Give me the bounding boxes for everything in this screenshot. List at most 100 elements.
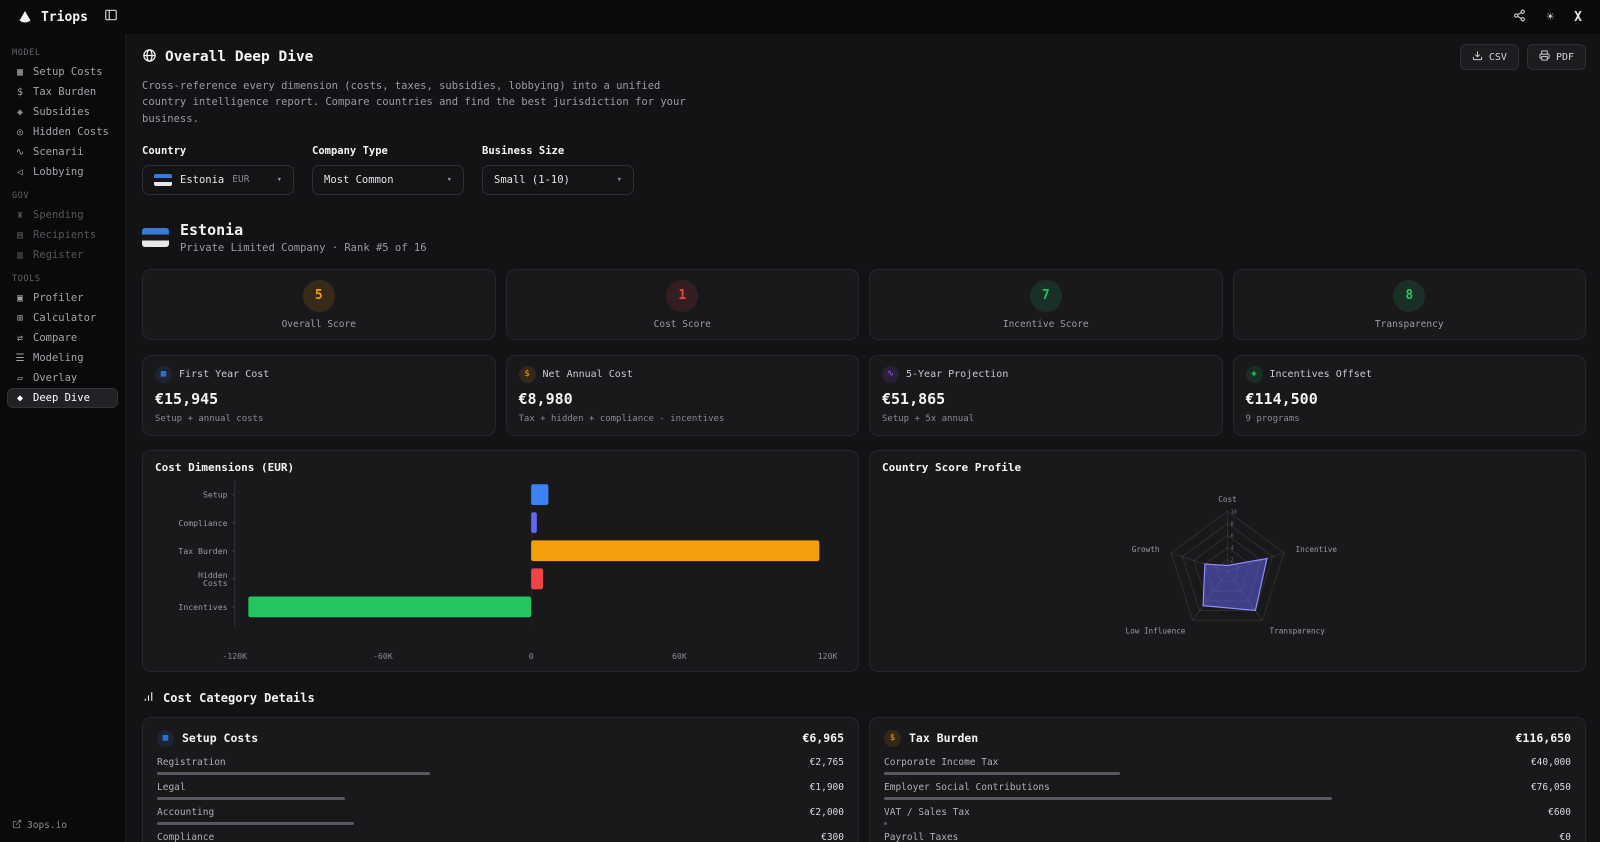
compare-icon: ⇄ — [14, 333, 26, 344]
cost-dimensions-chart-title: Cost Dimensions (EUR) — [155, 461, 846, 474]
sidebar-toggle-button[interactable] — [102, 6, 120, 28]
share-button[interactable] — [1511, 7, 1528, 28]
incentive-score-card: 7Incentive Score — [869, 269, 1223, 340]
x-link-button[interactable]: X — [1572, 8, 1584, 27]
stat-value: €8,980 — [519, 390, 847, 408]
filter-label: Business Size — [482, 145, 634, 157]
sidebar-item-label: Scenarii — [33, 146, 84, 158]
topbar-left: Triops — [16, 6, 120, 28]
stat-value: €51,865 — [882, 390, 1210, 408]
sidebar-item-overlay[interactable]: ▱Overlay — [8, 369, 117, 387]
detail-row-top: Accounting €2,000 — [157, 807, 844, 818]
sidebar-item-label: Deep Dive — [33, 392, 90, 404]
stat-sublabel: Setup + annual costs — [155, 414, 483, 424]
detail-row-bar-fill — [884, 822, 887, 825]
building-icon: ▦ — [155, 366, 172, 383]
page-description: Cross-reference every dimension (costs, … — [142, 78, 687, 127]
export-pdf-button[interactable]: PDF — [1527, 44, 1586, 70]
charts-row: Cost Dimensions (EUR) SetupComplianceTax… — [142, 450, 1586, 672]
app: Triops ☀ X MODEL▦Setup Costs$ — [0, 0, 1600, 842]
score-label: Transparency — [1375, 319, 1444, 330]
brand[interactable]: Triops — [16, 8, 88, 26]
select-extra: EUR — [232, 174, 249, 185]
sidebar-item-spending: ♜Spending — [8, 206, 117, 224]
detail-row-compliance: Compliance€300 — [157, 832, 844, 842]
radar-ring-tick: 10 — [1231, 509, 1237, 515]
bar-chart-icon — [142, 690, 155, 706]
detail-row-corporate-income-tax: Corporate Income Tax€40,000 — [884, 757, 1571, 775]
sidebar-item-label: Lobbying — [33, 166, 84, 178]
score-value: 1 — [666, 280, 698, 312]
filters: CountryEstoniaEUR▾Company TypeMost Commo… — [142, 145, 1586, 195]
grid-icon: ▦ — [14, 67, 26, 78]
book-icon: ▤ — [14, 230, 26, 241]
filter-business-size: Business Size Small (1-10)▾ — [482, 145, 634, 195]
footer-link-label: 3ops.io — [27, 820, 67, 831]
company-type-select[interactable]: Most Common▾ — [312, 165, 464, 195]
main-content: Overall Deep Dive CSV PDF — [126, 34, 1600, 842]
x-tick-label: 60K — [672, 651, 687, 661]
sidebar-item-scenarii[interactable]: ∿ Scenarii — [8, 143, 117, 161]
page-title: Overall Deep Dive — [165, 49, 313, 65]
chart-line-icon: ∿ — [14, 147, 26, 158]
sidebar-item-deep-dive[interactable]: ◆Deep Dive — [8, 389, 117, 407]
detail-row-label: Accounting — [157, 807, 214, 818]
business-size-select[interactable]: Small (1-10)▾ — [482, 165, 634, 195]
sidebar-item-tax-burden[interactable]: $Tax Burden — [8, 83, 117, 101]
detail-row-top: Legal €1,900 — [157, 782, 844, 793]
bar-incentives — [248, 596, 531, 617]
select-value: Small (1-10) — [494, 174, 570, 186]
stat-label: Net Annual Cost — [543, 369, 633, 380]
detail-row-label: Legal — [157, 782, 186, 793]
transparency-card: 8Transparency — [1233, 269, 1587, 340]
select-value: Estonia — [180, 174, 224, 186]
country-header: Estonia Private Limited Company · Rank #… — [142, 221, 1586, 254]
theme-toggle-button[interactable]: ☀ — [1544, 8, 1556, 27]
detail-row-top: Employer Social Contributions€76,050 — [884, 782, 1571, 793]
sidebar-item-subsidies[interactable]: ◈Subsidies — [8, 103, 117, 121]
footer-link[interactable]: 3ops.io — [8, 819, 117, 832]
detail-row-payroll-taxes: Payroll Taxes€0 — [884, 832, 1571, 842]
sidebar-item-label: Setup Costs — [33, 66, 103, 78]
filter-label: Country — [142, 145, 294, 157]
detail-row-value: €1,900 — [810, 782, 844, 793]
country-score-radar-chart: 246810CostIncentiveTransparencyLow Influ… — [882, 478, 1573, 663]
sidebar-item-compare[interactable]: ⇄Compare — [8, 329, 117, 347]
share-icon — [1513, 9, 1526, 26]
detail-row-value: €0 — [1560, 832, 1571, 842]
stat-card-head: ◈Incentives Offset — [1246, 366, 1574, 383]
stat-label: 5-Year Projection — [906, 369, 1008, 380]
detail-row-label: Compliance — [157, 832, 214, 842]
detail-card-total: €116,650 — [1516, 731, 1571, 745]
setup-costs-detail-card: ▦Setup Costs€6,965Registration€2,765Lega… — [142, 717, 859, 842]
net-annual-cost-card: $Net Annual Cost€8,980Tax + hidden + com… — [506, 355, 860, 436]
estonia-flag — [142, 228, 169, 247]
sidebar-section-label: GOV — [12, 191, 113, 201]
score-cards: 5Overall Score1Cost Score7Incentive Scor… — [142, 269, 1586, 340]
sidebar-item-setup-costs[interactable]: ▦ Setup Costs — [8, 63, 117, 81]
sidebar-item-modeling[interactable]: ☰Modeling — [8, 349, 117, 367]
detail-row-label: Registration — [157, 757, 226, 768]
detail-row-bar — [884, 797, 1571, 800]
sidebar-item-label: Calculator — [33, 312, 96, 324]
radar-axis-label-cost: Cost — [1218, 495, 1236, 504]
detail-row-value: €2,000 — [810, 807, 844, 818]
country-select[interactable]: EstoniaEUR▾ — [142, 165, 294, 195]
country-score-profile-title: Country Score Profile — [882, 461, 1573, 474]
filter-country: CountryEstoniaEUR▾ — [142, 145, 294, 195]
detail-row-top: Corporate Income Tax€40,000 — [884, 757, 1571, 768]
radar-axis-label-transparency: Transparency — [1270, 626, 1326, 635]
bar-setup — [531, 484, 548, 505]
country-header-text: Estonia Private Limited Company · Rank #… — [180, 221, 427, 254]
sidebar-item-calculator[interactable]: ⊞Calculator — [8, 309, 117, 327]
sidebar-item-hidden-costs[interactable]: ◎Hidden Costs — [8, 123, 117, 141]
detail-row-value: €40,000 — [1531, 757, 1571, 768]
sidebar-item-profiler[interactable]: ▣Profiler — [8, 289, 117, 307]
sidebar-item-lobbying[interactable]: ◁Lobbying — [8, 163, 117, 181]
first-year-cost-card: ▦First Year Cost€15,945Setup + annual co… — [142, 355, 496, 436]
export-csv-button[interactable]: CSV — [1460, 44, 1519, 70]
overlay-icon: ▱ — [14, 373, 26, 384]
dollar-icon: $ — [14, 87, 26, 98]
detail-row-top: Payroll Taxes€0 — [884, 832, 1571, 842]
dollar-icon: $ — [884, 730, 901, 747]
